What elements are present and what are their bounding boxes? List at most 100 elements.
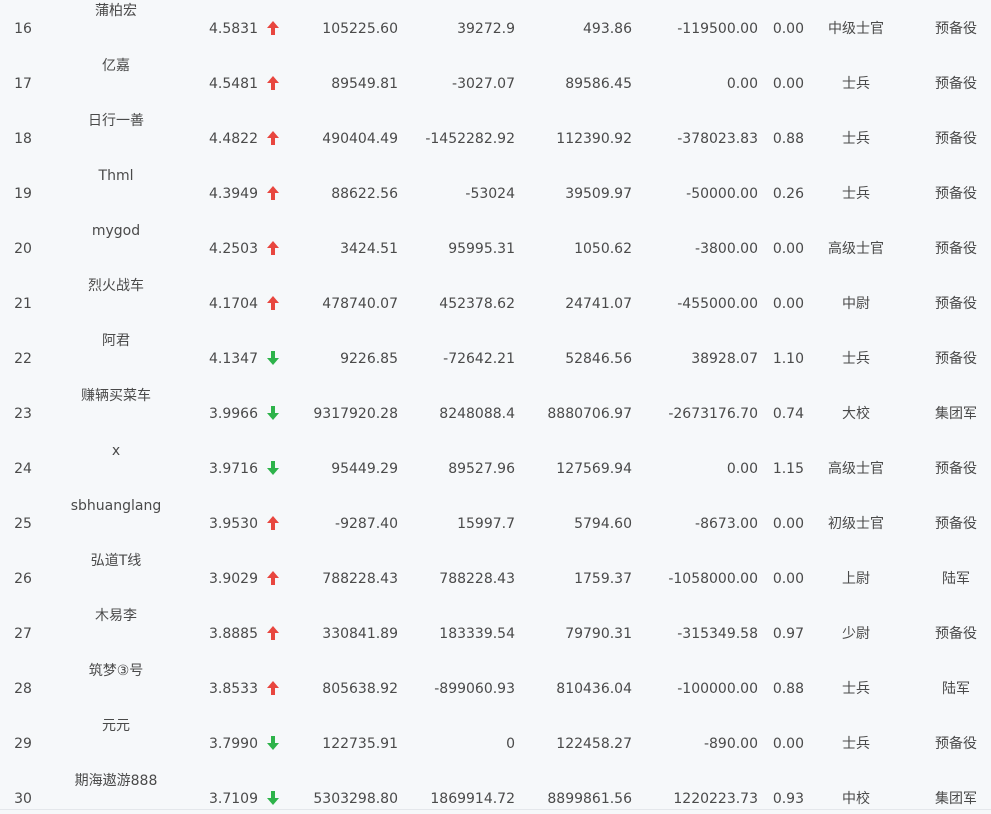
player-name[interactable]: 亿嘉 [56, 58, 176, 74]
value-column-2: -72642.21 [443, 351, 515, 367]
rank-cell: 16 [14, 21, 32, 37]
value-column-1: 788228.43 [322, 571, 398, 587]
player-name[interactable]: 弘道T线 [56, 553, 176, 569]
player-name[interactable]: sbhuanglang [56, 498, 176, 514]
score-cell: 3.8885 [209, 626, 258, 642]
score-cell: 4.3949 [209, 186, 258, 202]
value-column-4: -100000.00 [677, 681, 758, 697]
value-column-5: 0.00 [772, 736, 804, 752]
value-column-2: -1452282.92 [425, 131, 515, 147]
value-column-1: -9287.40 [335, 516, 398, 532]
value-column-5: 0.00 [772, 296, 804, 312]
player-name[interactable]: x [56, 443, 176, 459]
table-row[interactable]: 19 Thml 4.3949 88622.56 -53024 39509.97 … [0, 165, 991, 220]
table-row[interactable]: 29 元元 3.7990 122735.91 0 122458.27 -890.… [0, 715, 991, 770]
value-column-3: 89586.45 [565, 76, 632, 92]
value-column-4: -119500.00 [677, 21, 758, 37]
value-column-2: -53024 [465, 186, 515, 202]
military-rank-cell: 大校 [842, 406, 870, 422]
table-row[interactable]: 24 x 3.9716 95449.29 89527.96 127569.94 … [0, 440, 991, 495]
rank-cell: 20 [14, 241, 32, 257]
military-rank-cell: 士兵 [842, 736, 870, 752]
value-column-5: 0.00 [772, 241, 804, 257]
player-name[interactable]: 元元 [56, 718, 176, 734]
arrow-up-icon [266, 75, 280, 91]
score-cell: 3.7990 [209, 736, 258, 752]
military-rank-cell: 士兵 [842, 131, 870, 147]
military-rank-cell: 中级士官 [828, 21, 884, 37]
table-row[interactable]: 17 亿嘉 4.5481 89549.81 -3027.07 89586.45 … [0, 55, 991, 110]
value-column-1: 105225.60 [322, 21, 398, 37]
value-column-4: -455000.00 [677, 296, 758, 312]
player-name[interactable]: 日行一善 [56, 113, 176, 129]
table-row[interactable]: 22 阿君 4.1347 9226.85 -72642.21 52846.56 … [0, 330, 991, 385]
player-name[interactable]: mygod [56, 223, 176, 239]
value-column-2: 452378.62 [439, 296, 515, 312]
player-name[interactable]: 蒲柏宏 [56, 3, 176, 19]
table-row[interactable]: 30 期海遨游888 3.7109 5303298.80 1869914.72 … [0, 770, 991, 814]
score-cell: 4.2503 [209, 241, 258, 257]
table-row[interactable]: 25 sbhuanglang 3.9530 -9287.40 15997.7 5… [0, 495, 991, 550]
value-column-2: -899060.93 [434, 681, 515, 697]
branch-cell: 集团军 [935, 791, 977, 807]
score-cell: 3.8533 [209, 681, 258, 697]
value-column-5: 0.00 [772, 516, 804, 532]
player-name[interactable]: 筑梦③号 [56, 663, 176, 679]
rank-cell: 30 [14, 791, 32, 807]
table-row[interactable]: 21 烈火战车 4.1704 478740.07 452378.62 24741… [0, 275, 991, 330]
table-row[interactable]: 27 木易李 3.8885 330841.89 183339.54 79790.… [0, 605, 991, 660]
arrow-down-icon [266, 460, 280, 476]
branch-cell: 预备役 [935, 516, 977, 532]
value-column-3: 8880706.97 [547, 406, 632, 422]
military-rank-cell: 士兵 [842, 76, 870, 92]
table-row[interactable]: 23 赚辆买菜车 3.9966 9317920.28 8248088.4 888… [0, 385, 991, 440]
rank-cell: 29 [14, 736, 32, 752]
value-column-2: 15997.7 [457, 516, 515, 532]
value-column-3: 493.86 [583, 21, 632, 37]
value-column-4: -890.00 [703, 736, 758, 752]
military-rank-cell: 高级士官 [828, 241, 884, 257]
branch-cell: 预备役 [935, 351, 977, 367]
arrow-up-icon [266, 130, 280, 146]
branch-cell: 预备役 [935, 626, 977, 642]
arrow-down-icon [266, 405, 280, 421]
value-column-3: 122458.27 [556, 736, 632, 752]
table-row[interactable]: 28 筑梦③号 3.8533 805638.92 -899060.93 8104… [0, 660, 991, 715]
value-column-5: 0.93 [772, 791, 804, 807]
branch-cell: 预备役 [935, 186, 977, 202]
table-row[interactable]: 20 mygod 4.2503 3424.51 95995.31 1050.62… [0, 220, 991, 275]
value-column-4: -50000.00 [686, 186, 758, 202]
value-column-5: 0.74 [772, 406, 804, 422]
value-column-1: 490404.49 [322, 131, 398, 147]
value-column-5: 0.00 [772, 76, 804, 92]
player-name[interactable]: 阿君 [56, 333, 176, 349]
value-column-3: 112390.92 [556, 131, 632, 147]
leaderboard-table: 16 蒲柏宏 4.5831 105225.60 39272.9 493.86 -… [0, 0, 991, 814]
value-column-1: 95449.29 [331, 461, 398, 477]
rank-cell: 19 [14, 186, 32, 202]
value-column-2: 0 [506, 736, 515, 752]
value-column-4: 38928.07 [691, 351, 758, 367]
value-column-1: 9317920.28 [313, 406, 398, 422]
value-column-5: 0.26 [772, 186, 804, 202]
player-name[interactable]: Thml [56, 168, 176, 184]
military-rank-cell: 士兵 [842, 186, 870, 202]
table-row[interactable]: 18 日行一善 4.4822 490404.49 -1452282.92 112… [0, 110, 991, 165]
player-name[interactable]: 烈火战车 [56, 278, 176, 294]
player-name[interactable]: 赚辆买菜车 [56, 388, 176, 404]
value-column-4: -8673.00 [695, 516, 758, 532]
military-rank-cell: 少尉 [842, 626, 870, 642]
score-cell: 4.4822 [209, 131, 258, 147]
branch-cell: 预备役 [935, 736, 977, 752]
table-row[interactable]: 26 弘道T线 3.9029 788228.43 788228.43 1759.… [0, 550, 991, 605]
player-name[interactable]: 期海遨游888 [56, 773, 176, 789]
score-cell: 3.9966 [209, 406, 258, 422]
value-column-2: 183339.54 [439, 626, 515, 642]
value-column-2: 788228.43 [439, 571, 515, 587]
arrow-up-icon [266, 240, 280, 256]
rank-cell: 21 [14, 296, 32, 312]
table-row[interactable]: 16 蒲柏宏 4.5831 105225.60 39272.9 493.86 -… [0, 0, 991, 55]
value-column-1: 805638.92 [322, 681, 398, 697]
branch-cell: 陆军 [942, 681, 970, 697]
player-name[interactable]: 木易李 [56, 608, 176, 624]
